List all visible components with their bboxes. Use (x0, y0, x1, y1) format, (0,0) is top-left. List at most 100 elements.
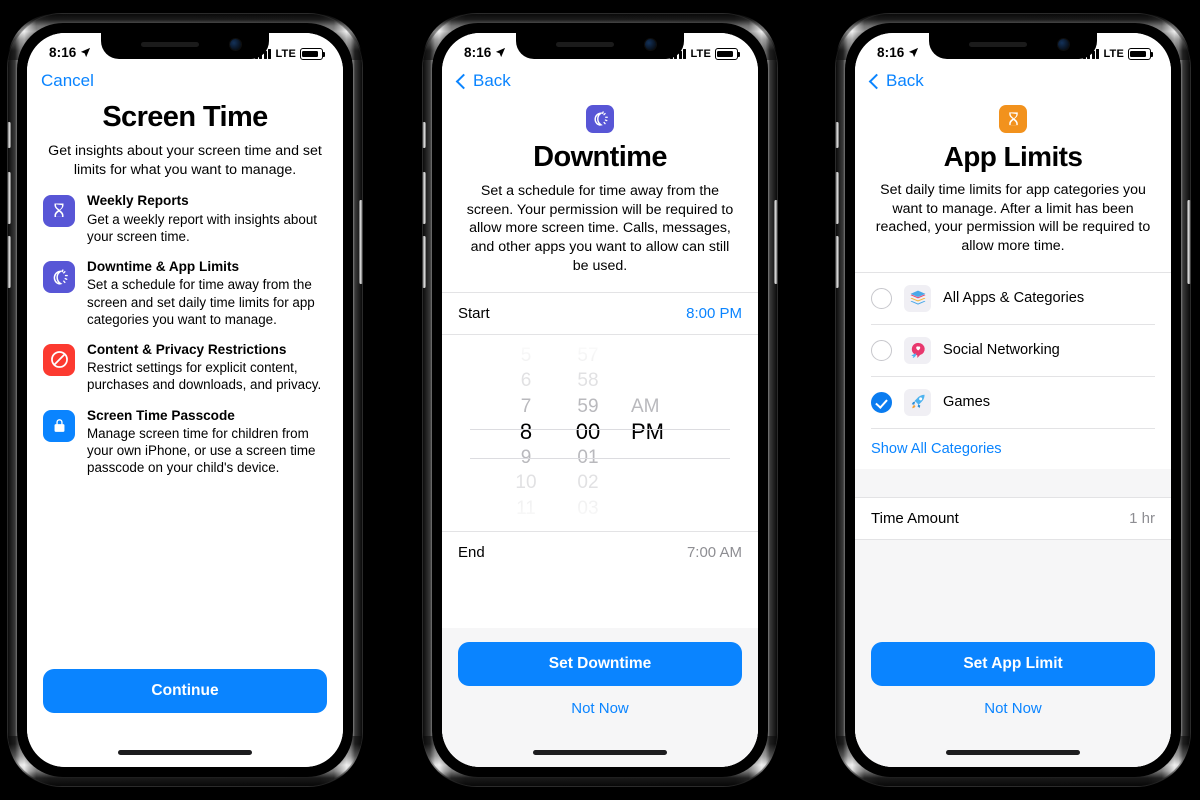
minute-option[interactable]: 58 (557, 368, 619, 394)
status-time: 8:16 (49, 45, 77, 60)
status-bar-left-2: 8:16 (464, 45, 506, 60)
front-camera-icon (1058, 39, 1069, 50)
time-picker[interactable]: 5 6 7 8 9 10 11 57 58 59 00 01 02 03 AM … (442, 334, 758, 531)
volume-up-button-1[interactable] (7, 172, 11, 224)
volume-up-button-2[interactable] (422, 172, 426, 224)
hour-option[interactable]: 5 (495, 343, 557, 369)
volume-down-button-1[interactable] (7, 236, 11, 288)
phone-device-3: 8:16 LTE Back App Limits Set daily time … (835, 14, 1191, 786)
page-subtitle-2: Set a schedule for time away from the sc… (466, 183, 734, 274)
show-all-categories-link[interactable]: Show All Categories (855, 428, 1171, 469)
phone-device-1: 8:16 LTE Cancel Screen Time Get insights… (7, 14, 363, 786)
device-bezel-2: 8:16 LTE Back Downtime Set a schedule fo… (432, 23, 768, 777)
radio-games[interactable] (871, 391, 892, 413)
location-arrow-icon (908, 47, 919, 58)
earpiece-speaker-icon (141, 42, 199, 47)
status-bar-left-3: 8:16 (877, 45, 919, 60)
phone-device-2: 8:16 LTE Back Downtime Set a schedule fo… (422, 14, 778, 786)
app-limits-setup-page: Back App Limits Set daily time limits fo… (855, 33, 1171, 767)
power-button-3[interactable] (1187, 200, 1191, 284)
hour-column[interactable]: 5 6 7 8 9 10 11 (495, 343, 557, 522)
picker-columns: 5 6 7 8 9 10 11 57 58 59 00 01 02 03 AM … (442, 335, 758, 522)
downtime-footer: Set Downtime Not Now (442, 628, 758, 767)
back-button[interactable]: Back (868, 71, 924, 91)
gap (855, 262, 1171, 272)
hour-option[interactable]: 9 (495, 445, 557, 471)
power-button-1[interactable] (359, 200, 363, 284)
time-amount-row[interactable]: Time Amount 1 hr (855, 497, 1171, 539)
radio-social-networking[interactable] (871, 339, 892, 361)
category-row-social-networking[interactable]: Social Networking (855, 324, 1171, 376)
back-button[interactable]: Back (455, 71, 511, 91)
minute-column[interactable]: 57 58 59 00 01 02 03 (557, 343, 619, 522)
earpiece-speaker-icon (556, 42, 614, 47)
power-button-2[interactable] (774, 200, 778, 284)
downtime-moon-icon (43, 261, 75, 294)
radio-all-apps[interactable] (871, 287, 892, 309)
minute-option[interactable]: 59 (557, 394, 619, 420)
set-downtime-button[interactable]: Set Downtime (458, 642, 742, 686)
continue-button[interactable]: Continue (43, 669, 327, 713)
meridiem-option[interactable]: AM (631, 394, 705, 420)
status-time: 8:16 (877, 45, 905, 60)
home-indicator-2[interactable] (533, 750, 667, 755)
back-button-label: Back (886, 71, 924, 90)
mute-switch-1[interactable] (7, 122, 11, 148)
feature-title: Downtime & App Limits (87, 259, 240, 275)
status-time: 8:16 (464, 45, 492, 60)
category-label: All Apps & Categories (943, 290, 1085, 307)
feature-row: Downtime & App Limits Set a schedule for… (43, 259, 329, 328)
minute-option[interactable]: 01 (557, 445, 619, 471)
hour-option[interactable]: 7 (495, 394, 557, 420)
hour-option-selected[interactable]: 8 (495, 419, 557, 445)
device-bezel-3: 8:16 LTE Back App Limits Set daily time … (845, 23, 1181, 777)
home-indicator-1[interactable] (118, 750, 252, 755)
mute-switch-3[interactable] (835, 122, 839, 148)
volume-down-button-2[interactable] (422, 236, 426, 288)
start-value[interactable]: 8:00 PM (686, 305, 742, 322)
notch-3 (929, 33, 1097, 59)
chevron-left-icon (868, 73, 885, 89)
no-entry-icon (43, 343, 75, 376)
mute-switch-2[interactable] (422, 122, 426, 148)
volume-down-button-3[interactable] (835, 236, 839, 288)
page-subtitle-1: Get insights about your screen time and … (48, 143, 322, 178)
hour-option[interactable]: 6 (495, 368, 557, 394)
end-value[interactable]: 7:00 AM (687, 544, 742, 561)
phone-screen-2: 8:16 LTE Back Downtime Set a schedule fo… (442, 33, 758, 767)
all-apps-stack-icon (904, 284, 931, 312)
category-row-games[interactable]: Games (855, 376, 1171, 428)
minute-option[interactable]: 57 (557, 343, 619, 369)
feature-text: Downtime & App Limits Set a schedule for… (87, 259, 329, 328)
time-amount-value[interactable]: 1 hr (1129, 510, 1155, 527)
start-time-row[interactable]: Start 8:00 PM (442, 292, 758, 334)
category-row-all-apps[interactable]: All Apps & Categories (855, 272, 1171, 324)
flex-spacer (27, 476, 343, 659)
hour-option[interactable]: 11 (495, 496, 557, 522)
home-indicator-3[interactable] (946, 750, 1080, 755)
feature-title: Screen Time Passcode (87, 407, 235, 423)
notch-1 (101, 33, 269, 59)
cancel-button[interactable]: Cancel (41, 71, 94, 91)
minute-option-selected[interactable]: 00 (557, 419, 619, 445)
end-time-row[interactable]: End 7:00 AM (442, 531, 758, 573)
feature-desc: Set a schedule for time away from the sc… (87, 277, 315, 327)
page-title-2: Downtime (533, 141, 667, 173)
status-bar-left-1: 8:16 (49, 45, 91, 60)
meridiem-column[interactable]: - - AM PM (619, 343, 705, 445)
minute-option[interactable]: 03 (557, 496, 619, 522)
battery-icon (1128, 48, 1154, 60)
volume-up-button-3[interactable] (835, 172, 839, 224)
set-app-limit-button[interactable]: Set App Limit (871, 642, 1155, 686)
front-camera-icon (230, 39, 241, 50)
hour-option[interactable]: 10 (495, 470, 557, 496)
flex-spacer (442, 573, 758, 628)
page-subtitle-3: Set daily time limits for app categories… (875, 182, 1151, 255)
flex-spacer (855, 539, 1171, 628)
not-now-button[interactable]: Not Now (458, 686, 742, 721)
meridiem-option-selected[interactable]: PM (631, 419, 705, 445)
front-camera-icon (645, 39, 656, 50)
feature-row: Content & Privacy Restrictions Restrict … (43, 342, 329, 394)
not-now-button[interactable]: Not Now (871, 686, 1155, 721)
minute-option[interactable]: 02 (557, 470, 619, 496)
